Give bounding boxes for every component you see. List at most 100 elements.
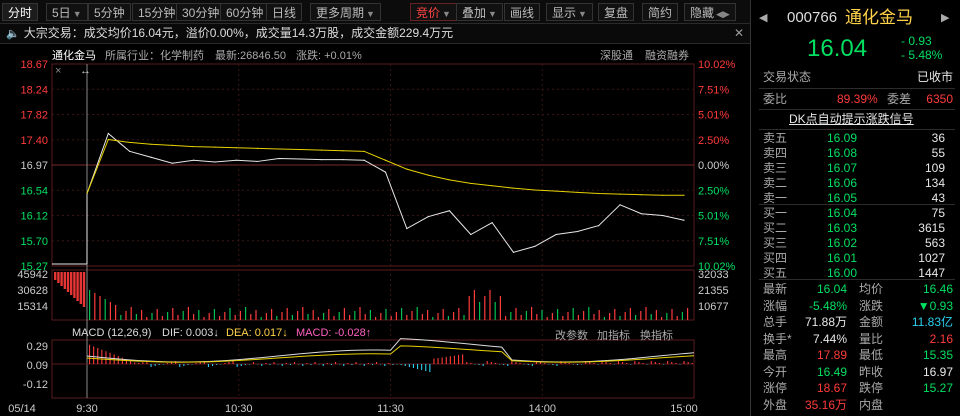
volume-bar	[635, 315, 637, 320]
volume-axis-label: 45942	[17, 269, 48, 281]
volume-axis-label: 15314	[17, 301, 48, 313]
macd-bar	[363, 364, 365, 366]
edit-params-button[interactable]: 改参数	[555, 327, 588, 343]
hk-connect-badge[interactable]: 深股通	[600, 47, 633, 63]
volume-bar	[349, 315, 351, 320]
tab-15min[interactable]: 15分钟	[132, 3, 182, 21]
ask-volume: 55	[931, 146, 945, 160]
draw-line-button[interactable]: 画线	[504, 3, 541, 21]
ask-row[interactable]: 卖二 16.06 134	[751, 175, 960, 191]
volume-bar	[619, 316, 621, 320]
average-point	[640, 194, 642, 196]
macd-bar	[261, 364, 263, 366]
intraday-chart[interactable]: 18.67 10.02% 18.24 7.51% 17.82 5.01% 17.40 2.50…	[0, 44, 750, 416]
macd-bar	[683, 361, 685, 364]
bid-row[interactable]: 买一 16.04 75	[751, 205, 960, 221]
bid-price: 16.02	[827, 236, 858, 250]
volume-bar	[203, 317, 205, 320]
macd-bar	[380, 364, 382, 365]
stat-row: 总手 71.88万 金额 11.83亿	[751, 314, 960, 330]
auction-volume-bar	[79, 272, 82, 304]
macd-bar	[187, 364, 189, 365]
tab-5min[interactable]: 5分钟	[88, 3, 131, 21]
quote-panel: ◀ 000766 通化金马 ▶ 16.04 - 0.93 - 5.48% 交易状…	[750, 0, 960, 416]
add-indicator-button[interactable]: 加指标	[597, 327, 630, 343]
ask-row[interactable]: 卖四 16.08 55	[751, 145, 960, 161]
volume-bar	[661, 317, 663, 320]
stat-label: 涨幅	[763, 298, 788, 313]
tab-60min[interactable]: 60分钟	[220, 3, 270, 21]
ask-price: 16.09	[827, 131, 858, 145]
ask-row[interactable]: 卖三 16.07 109	[751, 160, 960, 176]
bid-volume: 3615	[918, 221, 945, 235]
tab-intraday[interactable]: 分时	[2, 3, 39, 21]
volume-bar	[250, 314, 252, 320]
volume-bar	[603, 317, 605, 320]
expand-panel-icon[interactable]: ▶	[941, 8, 949, 28]
ask-row[interactable]: 卖五 16.09 36	[751, 130, 960, 146]
bid-price: 16.01	[827, 251, 858, 265]
macd-bar	[273, 362, 275, 364]
macd-bar	[384, 364, 386, 366]
volume-bar	[146, 317, 148, 320]
simple-button[interactable]: 简约	[642, 3, 679, 21]
collapse-panel-icon[interactable]: ◀	[759, 8, 767, 28]
price-point	[193, 159, 195, 161]
macd-bar	[355, 362, 357, 364]
volume-bar	[468, 296, 470, 320]
volume-bar	[161, 316, 163, 320]
macd-bar	[548, 364, 550, 365]
volume-bar	[557, 309, 559, 320]
pct-axis-label: 0.00%	[698, 160, 729, 172]
bid-row[interactable]: 买四 16.01 1027	[751, 250, 960, 266]
stat-value: -5.48%	[808, 298, 847, 313]
hide-button[interactable]: 隐藏 ◀▶	[684, 3, 736, 21]
volume-bar	[479, 302, 481, 320]
macd-bar	[314, 362, 316, 364]
macd-bar	[150, 364, 152, 367]
macd-bar	[277, 364, 279, 365]
price-point	[342, 159, 344, 161]
volume-bar	[484, 296, 486, 320]
price-point	[427, 216, 429, 218]
weicha-value: 6350	[926, 92, 953, 106]
auction-button[interactable]: 竞价 ▼	[410, 3, 457, 21]
tab-5day[interactable]: 5日 ▼	[46, 3, 88, 21]
bid-row[interactable]: 买三 16.02 563	[751, 235, 960, 251]
stat-value: 15.27	[922, 381, 953, 395]
volume-bar	[276, 316, 278, 320]
overlay-button[interactable]: 叠加 ▼	[456, 3, 503, 21]
more-periods-button[interactable]: 更多周期 ▼	[310, 3, 381, 21]
dk-signal-link[interactable]: DK点自动提示涨跌信号	[789, 111, 914, 127]
stat-label: 总手	[763, 315, 788, 329]
switch-indicator-button[interactable]: 换指标	[640, 327, 673, 343]
pct-axis-label: 5.01%	[698, 211, 729, 223]
tab-30min[interactable]: 30分钟	[176, 3, 226, 21]
close-icon[interactable]: ✕	[734, 24, 744, 43]
volume-bar	[650, 314, 652, 320]
price-change-pct: - 5.48%	[901, 48, 943, 62]
replay-button[interactable]: 复盘	[598, 3, 635, 21]
macd-bar	[289, 364, 291, 365]
tab-daily[interactable]: 日线	[266, 3, 303, 21]
average-point	[150, 143, 152, 145]
bid-row[interactable]: 买二 16.03 3615	[751, 220, 960, 236]
volume-bar	[598, 310, 600, 320]
display-button[interactable]: 显示 ▼	[546, 3, 593, 21]
margin-trading-badge[interactable]: 融资融券	[645, 47, 689, 63]
macd-bar	[191, 364, 193, 365]
volume-axis-label-right: 21355	[698, 285, 729, 297]
volume-bar	[510, 312, 512, 320]
volume-bar	[213, 309, 215, 320]
macd-bar	[474, 364, 476, 365]
macd-bar	[216, 364, 218, 365]
block-trade-info-bar: 🔈 大宗交易：成交均价16.04元，溢价0.00%，成交量14.3万股，成交金额2…	[0, 24, 750, 44]
macd-bar	[376, 362, 378, 364]
volume-bar	[167, 312, 169, 320]
bid-volume: 1027	[918, 251, 945, 265]
volume-bar	[676, 316, 678, 320]
volume-bar	[328, 309, 330, 320]
block-trade-text: 大宗交易：成交均价16.04元，溢价0.00%，成交量14.3万股，成交金额22…	[23, 26, 454, 40]
volume-bar	[297, 311, 299, 320]
macd-bar	[162, 364, 164, 365]
